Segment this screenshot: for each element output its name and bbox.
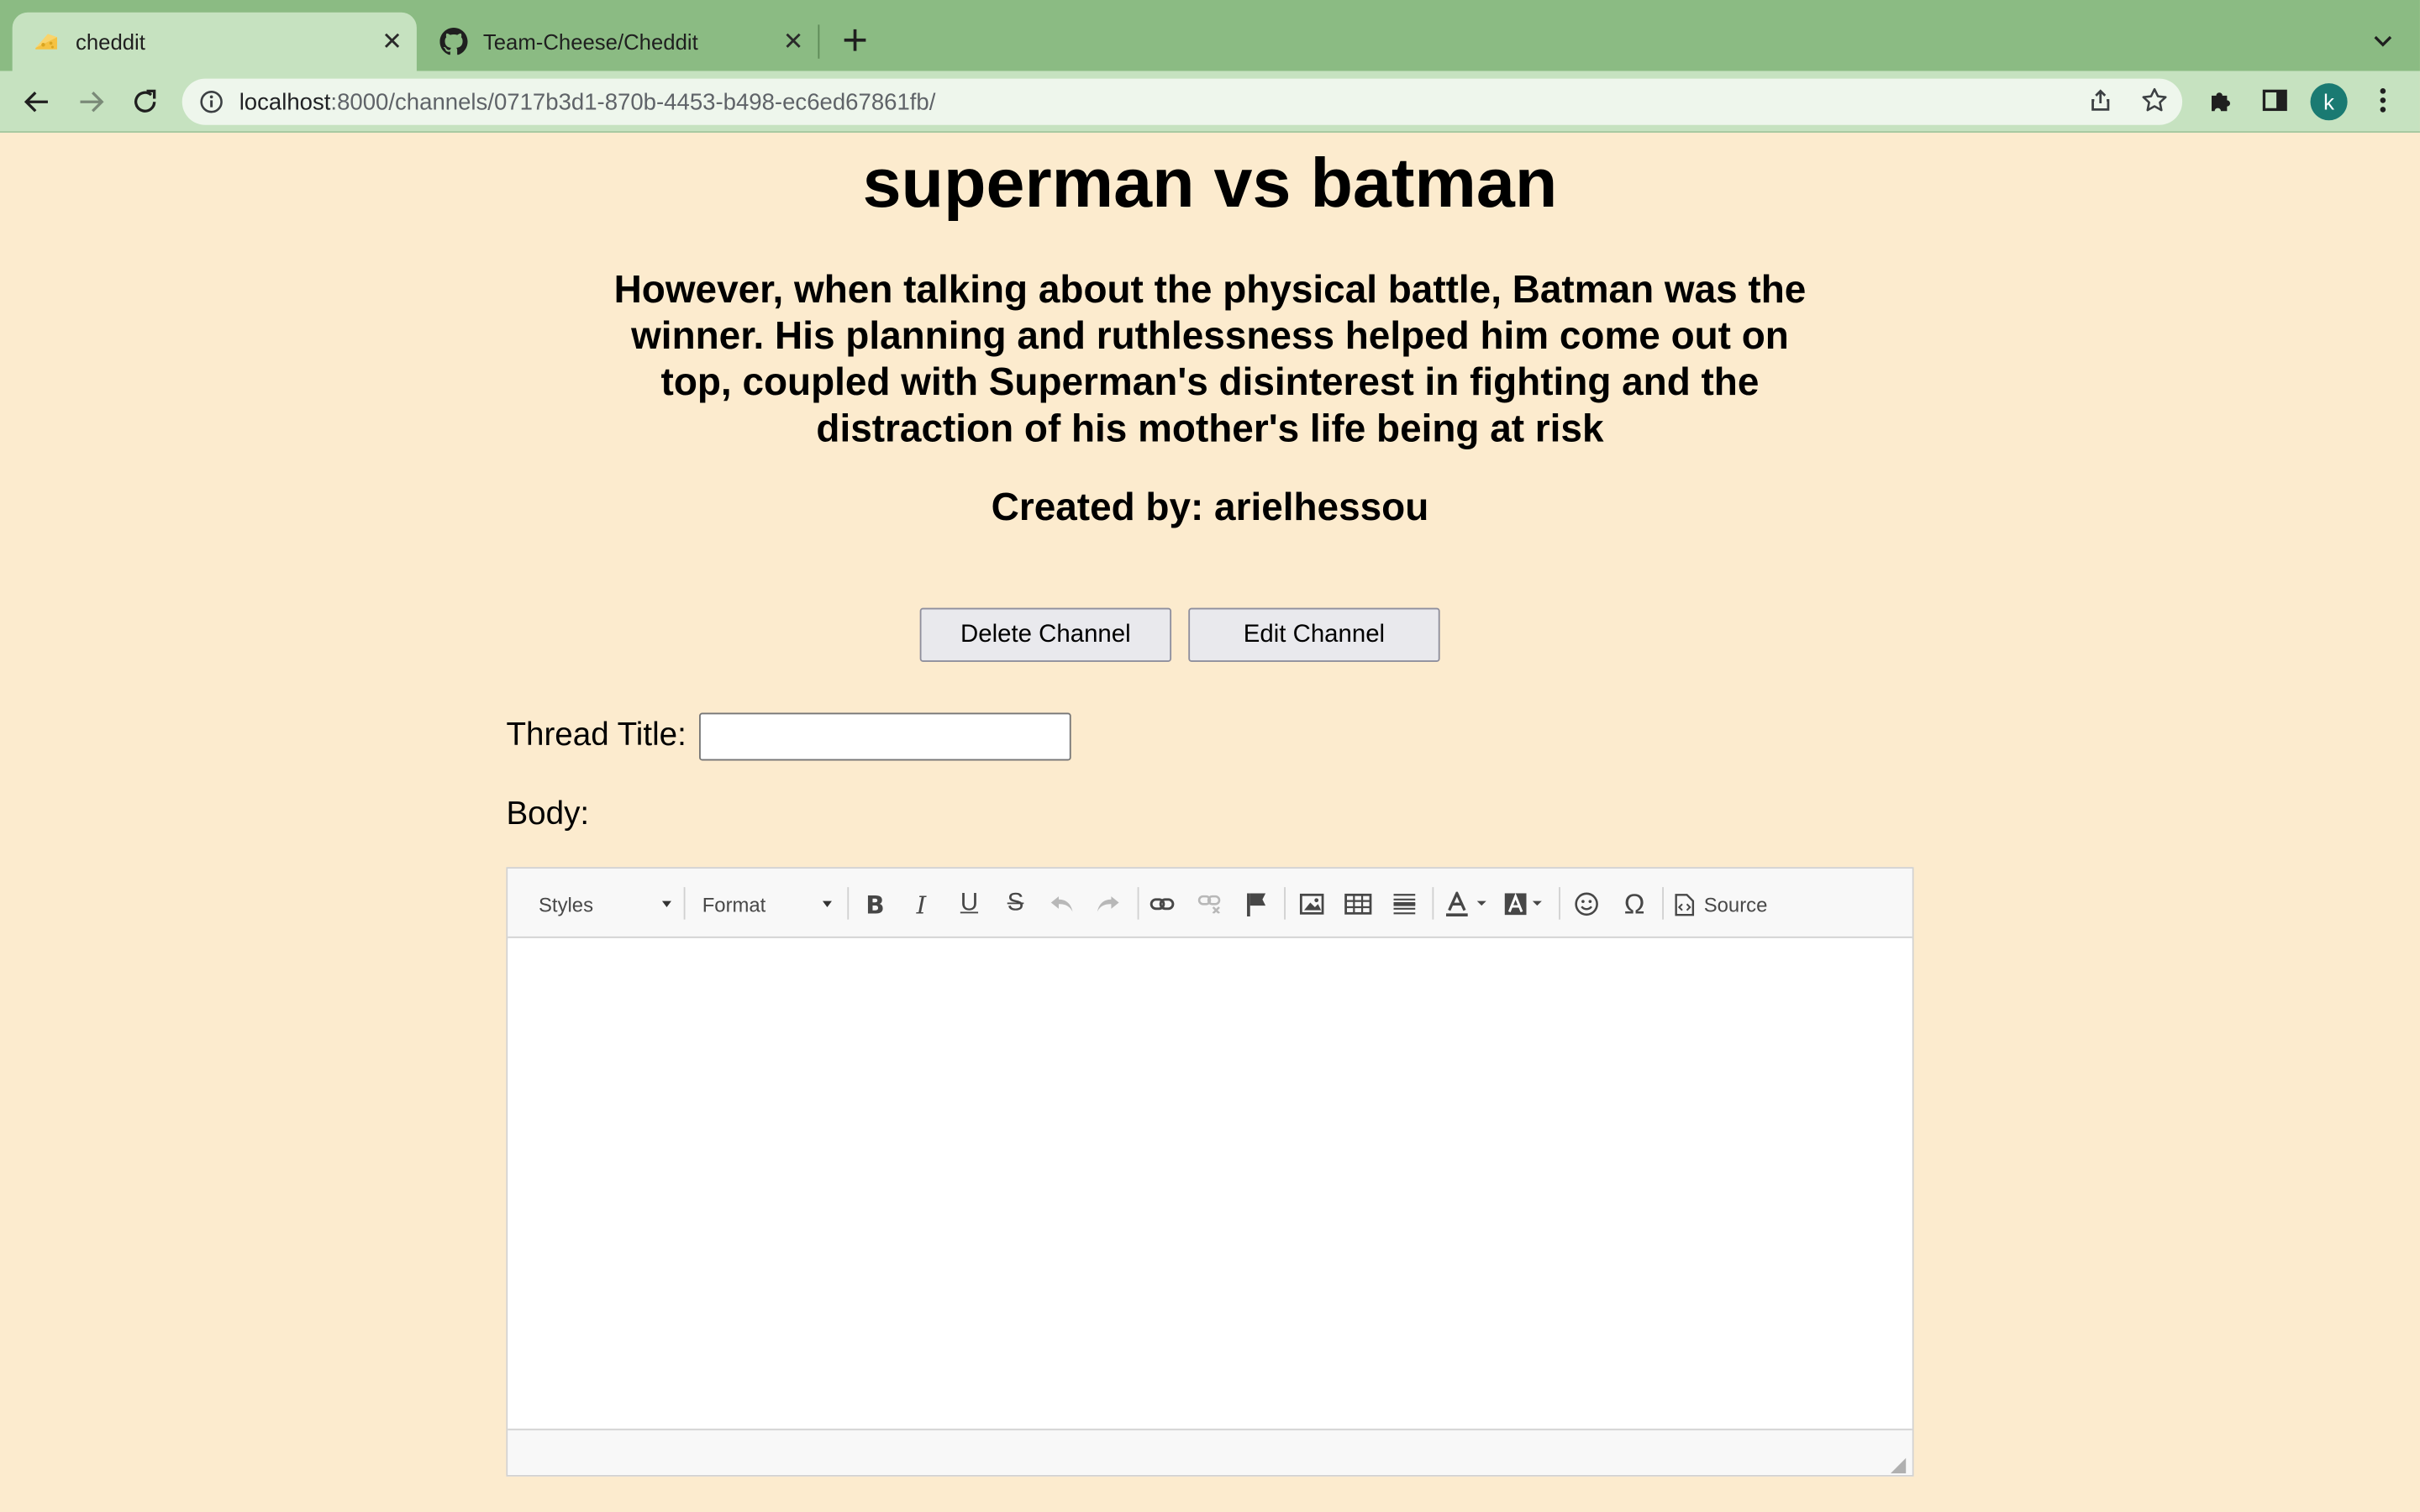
reload-icon (134, 89, 156, 113)
browser-toolbar: localhost:8000/channels/0717b3d1-870b-44… (0, 71, 2420, 133)
caret-down-icon (661, 900, 671, 907)
side-panel-icon[interactable] (2254, 81, 2295, 121)
toolbar-separator (847, 887, 850, 920)
url-path: :8000/channels/0717b3d1-870b-4453-b498-e… (330, 88, 936, 115)
format-dropdown-label: Format (702, 892, 766, 916)
italic-icon[interactable]: I (902, 885, 939, 922)
tab-cheddit[interactable]: cheddit ✕ (12, 12, 417, 71)
redo-icon[interactable] (1090, 885, 1127, 922)
tab-title: Team-Cheese/Cheddit (482, 29, 698, 55)
caret-down-icon (822, 900, 832, 907)
page-content: superman vs batman However, when talking… (0, 134, 2420, 1512)
edit-channel-button[interactable]: Edit Channel (1188, 607, 1440, 662)
channel-description: However, when talking about the physical… (613, 268, 1807, 451)
source-icon (1675, 893, 1695, 916)
source-label: Source (1703, 892, 1768, 916)
toolbar-separator (683, 887, 686, 920)
browser-tabstrip: cheddit ✕ Team-Cheese/Cheddit ✕ (0, 0, 2420, 71)
special-char-icon[interactable]: Ω (1616, 885, 1653, 922)
toolbar-separator (1662, 887, 1664, 920)
unlink-icon[interactable] (1192, 885, 1228, 922)
smiley-icon[interactable] (1568, 885, 1605, 922)
forward-arrow-icon (80, 92, 104, 113)
delete-channel-button[interactable]: Delete Channel (919, 607, 1172, 662)
toolbar-separator (1137, 887, 1139, 920)
url-host: localhost (239, 88, 331, 115)
resize-handle-icon[interactable] (1890, 1453, 1907, 1474)
thread-title-label: Thread Title: (506, 717, 687, 753)
profile-avatar[interactable]: k (2310, 83, 2348, 121)
tab-github[interactable]: Team-Cheese/Cheddit ✕ (420, 13, 818, 71)
reload-button[interactable] (124, 81, 166, 123)
strikethrough-icon[interactable]: S (997, 885, 1034, 922)
close-tab-icon[interactable]: ✕ (778, 26, 809, 57)
close-tab-icon[interactable]: ✕ (376, 26, 408, 57)
chevron-down-icon (2374, 35, 2392, 47)
table-icon[interactable] (1339, 885, 1376, 922)
anchor-icon[interactable] (1238, 885, 1275, 922)
address-bar[interactable]: localhost:8000/channels/0717b3d1-870b-44… (182, 78, 2183, 125)
tab-divider (818, 24, 820, 59)
bold-icon[interactable]: B (856, 885, 893, 922)
more-menu-icon[interactable] (2363, 81, 2403, 121)
source-button[interactable]: Source (1675, 885, 1768, 922)
thread-title-input[interactable] (699, 712, 1071, 761)
cheese-icon (33, 28, 60, 55)
rich-text-editor: Styles Format B I U S Ω Source (506, 867, 1914, 1477)
back-button[interactable] (15, 81, 58, 123)
editor-status-bar (508, 1428, 1912, 1475)
tab-title: cheddit (75, 29, 145, 55)
url-text: localhost:8000/channels/0717b3d1-870b-44… (239, 89, 936, 115)
editor-toolbar: Styles Format B I U S Ω Source (508, 869, 1912, 938)
horizontal-line-icon[interactable] (1386, 885, 1423, 922)
editor-content-area[interactable] (508, 939, 1912, 1429)
toolbar-separator (1432, 887, 1434, 920)
extensions-icon[interactable] (2201, 81, 2241, 121)
format-dropdown[interactable]: Format (702, 887, 832, 921)
text-color-icon[interactable] (1441, 885, 1491, 922)
background-color-icon[interactable] (1500, 885, 1549, 922)
github-icon (439, 28, 468, 55)
plus-icon (844, 29, 866, 51)
underline-icon[interactable]: U (950, 885, 987, 922)
styles-dropdown[interactable]: Styles (539, 887, 671, 921)
link-icon[interactable] (1144, 885, 1181, 922)
forward-button[interactable] (70, 81, 113, 123)
back-arrow-icon (24, 92, 48, 113)
bookmark-star-icon[interactable] (2134, 81, 2175, 121)
channel-creator: Created by: arielhessou (991, 486, 1429, 529)
undo-icon[interactable] (1044, 885, 1081, 922)
body-label: Body: (506, 795, 590, 832)
toolbar-separator (1559, 887, 1560, 920)
info-icon[interactable] (197, 88, 225, 116)
new-tab-button[interactable] (835, 20, 876, 60)
tab-search-button[interactable] (2365, 24, 2402, 60)
styles-dropdown-label: Styles (539, 892, 594, 916)
channel-title: superman vs batman (862, 143, 1558, 223)
toolbar-separator (1284, 887, 1286, 920)
image-icon[interactable] (1293, 885, 1330, 922)
share-icon[interactable] (2081, 81, 2121, 121)
